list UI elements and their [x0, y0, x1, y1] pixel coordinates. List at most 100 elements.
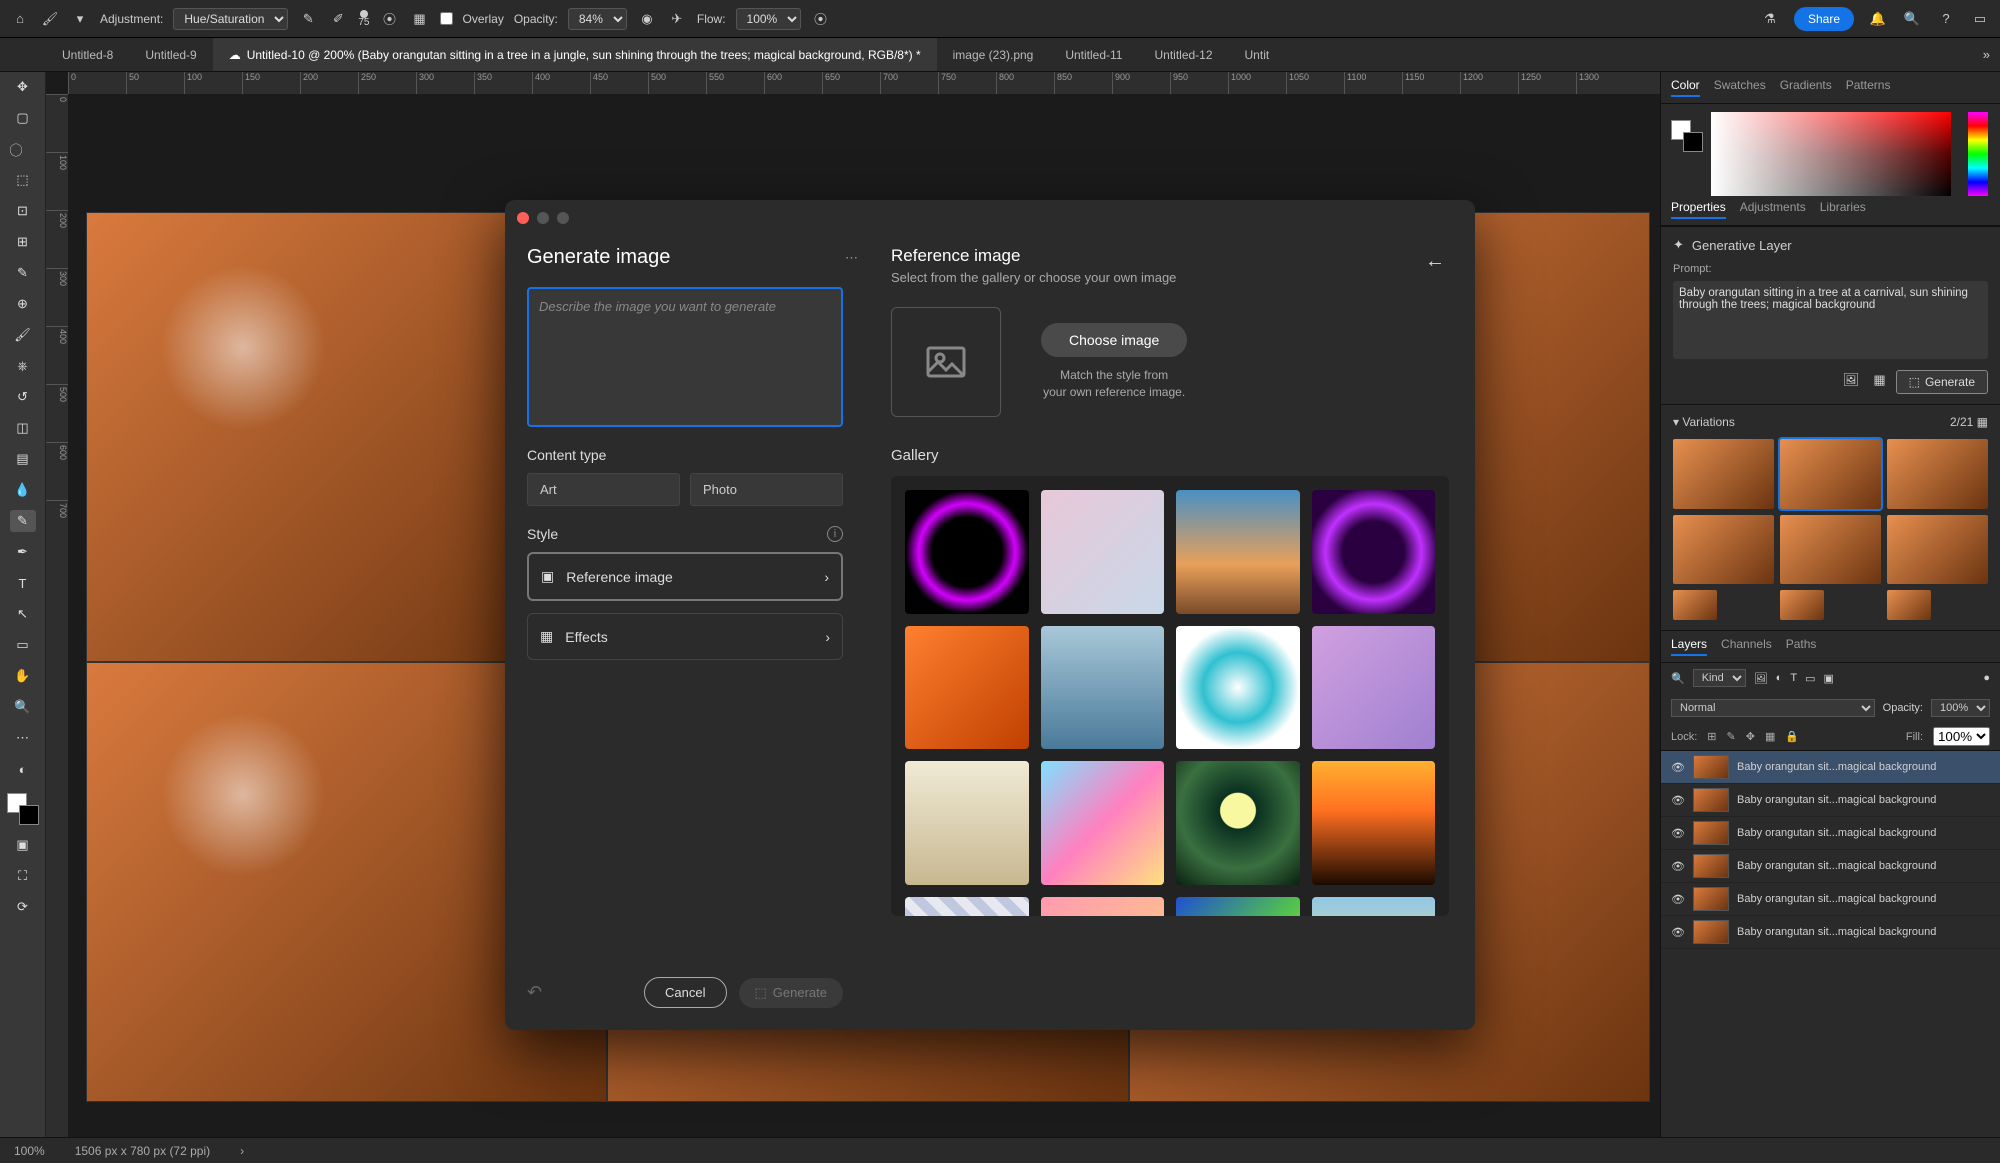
visibility-icon[interactable]: 👁	[1671, 893, 1685, 906]
filter-image-icon[interactable]: 🖼	[1754, 672, 1768, 685]
variation-thumb[interactable]	[1673, 515, 1774, 585]
variation-thumb[interactable]	[1780, 590, 1824, 620]
gallery-thumb[interactable]	[1041, 897, 1165, 917]
grid-icon[interactable]: ▦	[1873, 372, 1885, 388]
minimize-button[interactable]	[537, 212, 549, 224]
gallery-thumb[interactable]	[1312, 490, 1436, 614]
tab-libraries[interactable]: Libraries	[1820, 200, 1866, 219]
gallery-thumb[interactable]	[1176, 626, 1300, 750]
brush-tool-icon[interactable]: 🖌	[40, 9, 60, 29]
kind-select[interactable]: Kind	[1693, 669, 1746, 687]
gallery-thumb[interactable]	[905, 490, 1029, 614]
eyedropper-tool[interactable]: ✎	[10, 262, 36, 284]
gallery-thumb[interactable]	[1176, 897, 1300, 917]
choose-image-button[interactable]: Choose image	[1041, 323, 1187, 357]
pen-tool[interactable]: ✒	[10, 541, 36, 563]
blur-tool[interactable]: 💧	[10, 479, 36, 501]
content-type-art[interactable]: Art	[527, 473, 680, 506]
gallery-thumb[interactable]	[1312, 897, 1436, 917]
opacity-select[interactable]: 84%	[568, 8, 627, 30]
visibility-icon[interactable]: 👁	[1671, 794, 1685, 807]
background-color[interactable]	[19, 805, 39, 825]
filter-toggle[interactable]: ●	[1983, 672, 1990, 684]
mask-mode-icon[interactable]: ◐	[10, 758, 36, 780]
brush-settings-icon[interactable]: ⦿	[380, 9, 400, 29]
tab-channels[interactable]: Channels	[1721, 637, 1772, 656]
tabs-overflow-icon[interactable]: »	[1983, 47, 2000, 62]
gallery-thumb[interactable]	[905, 897, 1029, 917]
screen-mode-icon[interactable]: ⛶	[10, 865, 36, 887]
tab-properties[interactable]: Properties	[1671, 200, 1726, 219]
generate-button[interactable]: ⬚Generate	[1896, 370, 1988, 394]
picker-bg[interactable]	[1683, 132, 1703, 152]
filter-type-icon[interactable]: T	[1790, 672, 1797, 684]
pressure-opacity-icon[interactable]: ◉	[637, 9, 657, 29]
type-tool[interactable]: T	[10, 572, 36, 594]
maximize-button[interactable]	[557, 212, 569, 224]
subtract-mask-icon[interactable]: ✐	[328, 9, 348, 29]
lock-artboard-icon[interactable]: ▦	[1765, 730, 1775, 743]
hand-tool[interactable]: ✋	[10, 665, 36, 687]
layer-item[interactable]: 👁Baby orangutan sit...magical background	[1661, 883, 2000, 916]
tab-1[interactable]: Untitled-9	[129, 38, 212, 71]
prompt-textarea[interactable]	[1673, 281, 1988, 359]
reference-image-row[interactable]: ▣ Reference image ›	[527, 552, 843, 601]
tab-5[interactable]: Untitled-12	[1138, 38, 1228, 71]
variation-thumb[interactable]	[1673, 439, 1774, 509]
blend-mode-select[interactable]: Normal	[1671, 699, 1875, 717]
filter-shape-icon[interactable]: ▭	[1805, 672, 1815, 685]
search-icon[interactable]: 🔍	[1902, 9, 1922, 29]
color-picker[interactable]	[1661, 104, 2000, 194]
tab-3[interactable]: image (23).png	[937, 38, 1050, 71]
eraser-tool[interactable]: ◫	[10, 417, 36, 439]
more-tools[interactable]: ⋯	[10, 727, 36, 749]
hue-slider[interactable]	[1968, 112, 1988, 196]
gallery-scroll[interactable]	[891, 476, 1449, 916]
tab-layers[interactable]: Layers	[1671, 637, 1707, 656]
content-type-photo[interactable]: Photo	[690, 473, 843, 506]
zoom-tool[interactable]: 🔍	[10, 696, 36, 718]
selection-tool[interactable]: ⬚	[10, 169, 36, 191]
marquee-tool[interactable]: ▢	[10, 107, 36, 129]
workspace-icon[interactable]: ▭	[1970, 9, 1990, 29]
lock-position-icon[interactable]: ✎	[1727, 730, 1736, 743]
gallery-thumb[interactable]	[1312, 626, 1436, 750]
variations-grid-icon[interactable]: ▦	[1977, 415, 1988, 429]
filter-smart-icon[interactable]: ▣	[1823, 672, 1833, 685]
layer-item[interactable]: 👁Baby orangutan sit...magical background	[1661, 850, 2000, 883]
tab-patterns[interactable]: Patterns	[1846, 78, 1891, 97]
beaker-icon[interactable]: ⚗	[1760, 9, 1780, 29]
info-icon[interactable]: i	[827, 526, 843, 542]
reset-icon[interactable]: ↶	[527, 982, 542, 1003]
tab-swatches[interactable]: Swatches	[1714, 78, 1766, 97]
lasso-tool[interactable]: ⃝	[10, 138, 36, 160]
gallery-thumb[interactable]	[1176, 490, 1300, 614]
image-icon[interactable]: 🖼	[1843, 372, 1860, 388]
move-tool[interactable]: ✥	[10, 76, 36, 98]
dialog-menu-icon[interactable]: ⋯	[845, 250, 860, 266]
frame-tool[interactable]: ⊞	[10, 231, 36, 253]
variation-thumb[interactable]	[1887, 439, 1988, 509]
gallery-thumb[interactable]	[905, 761, 1029, 885]
back-arrow-icon[interactable]: ←	[1425, 250, 1445, 273]
layer-item[interactable]: 👁Baby orangutan sit...magical background	[1661, 916, 2000, 949]
shape-tool[interactable]: ▭	[10, 634, 36, 656]
gallery-thumb[interactable]	[1176, 761, 1300, 885]
layer-item[interactable]: 👁Baby orangutan sit...magical background	[1661, 751, 2000, 784]
adjustment-select[interactable]: Hue/Saturation	[173, 8, 288, 30]
visibility-icon[interactable]: 👁	[1671, 860, 1685, 873]
healing-tool[interactable]: ⊕	[10, 293, 36, 315]
dropdown-icon[interactable]: ▾	[70, 9, 90, 29]
flow-select[interactable]: 100%	[736, 8, 801, 30]
pressure-size-icon[interactable]: ⦿	[811, 9, 831, 29]
brush-size[interactable]: 75	[358, 18, 369, 28]
layer-opacity-select[interactable]: 100%	[1931, 699, 1990, 717]
crop-tool[interactable]: ⊡	[10, 200, 36, 222]
color-swatches[interactable]	[7, 793, 39, 825]
tab-2[interactable]: ☁Untitled-10 @ 200% (Baby orangutan sitt…	[213, 38, 937, 71]
visibility-icon[interactable]: 👁	[1671, 761, 1685, 774]
path-tool[interactable]: ↖	[10, 603, 36, 625]
home-icon[interactable]: ⌂	[10, 9, 30, 29]
filter-adj-icon[interactable]: ◐	[1776, 672, 1783, 684]
layer-item[interactable]: 👁Baby orangutan sit...magical background	[1661, 817, 2000, 850]
